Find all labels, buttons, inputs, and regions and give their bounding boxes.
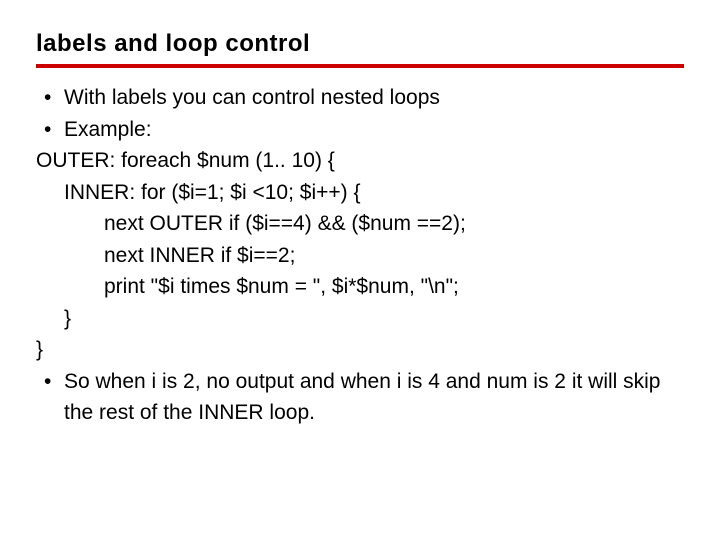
bullet-item: • With labels you can control nested loo… <box>36 82 684 114</box>
slide-content: • With labels you can control nested loo… <box>36 82 684 429</box>
bullet-text: With labels you can control nested loops <box>64 82 684 114</box>
code-line: next INNER if $i==2; <box>36 240 684 272</box>
bullet-item: • So when i is 2, no output and when i i… <box>36 366 684 429</box>
bullet-text: Example: <box>64 114 684 146</box>
bullet-item: • Example: <box>36 114 684 146</box>
bullet-marker: • <box>36 114 64 146</box>
title-divider <box>36 64 684 68</box>
code-line: INNER: for ($i=1; $i <10; $i++) { <box>36 177 684 209</box>
bullet-text: So when i is 2, no output and when i is … <box>64 366 684 429</box>
bullet-marker: • <box>36 366 64 429</box>
code-line: } <box>36 334 684 366</box>
code-line: print "$i times $num = ", $i*$num, "\n"; <box>36 271 684 303</box>
code-line: OUTER: foreach $num (1.. 10) { <box>36 145 684 177</box>
code-line: } <box>36 303 684 335</box>
bullet-marker: • <box>36 82 64 114</box>
slide-title: labels and loop control <box>36 30 684 58</box>
code-line: next OUTER if ($i==4) && ($num ==2); <box>36 208 684 240</box>
